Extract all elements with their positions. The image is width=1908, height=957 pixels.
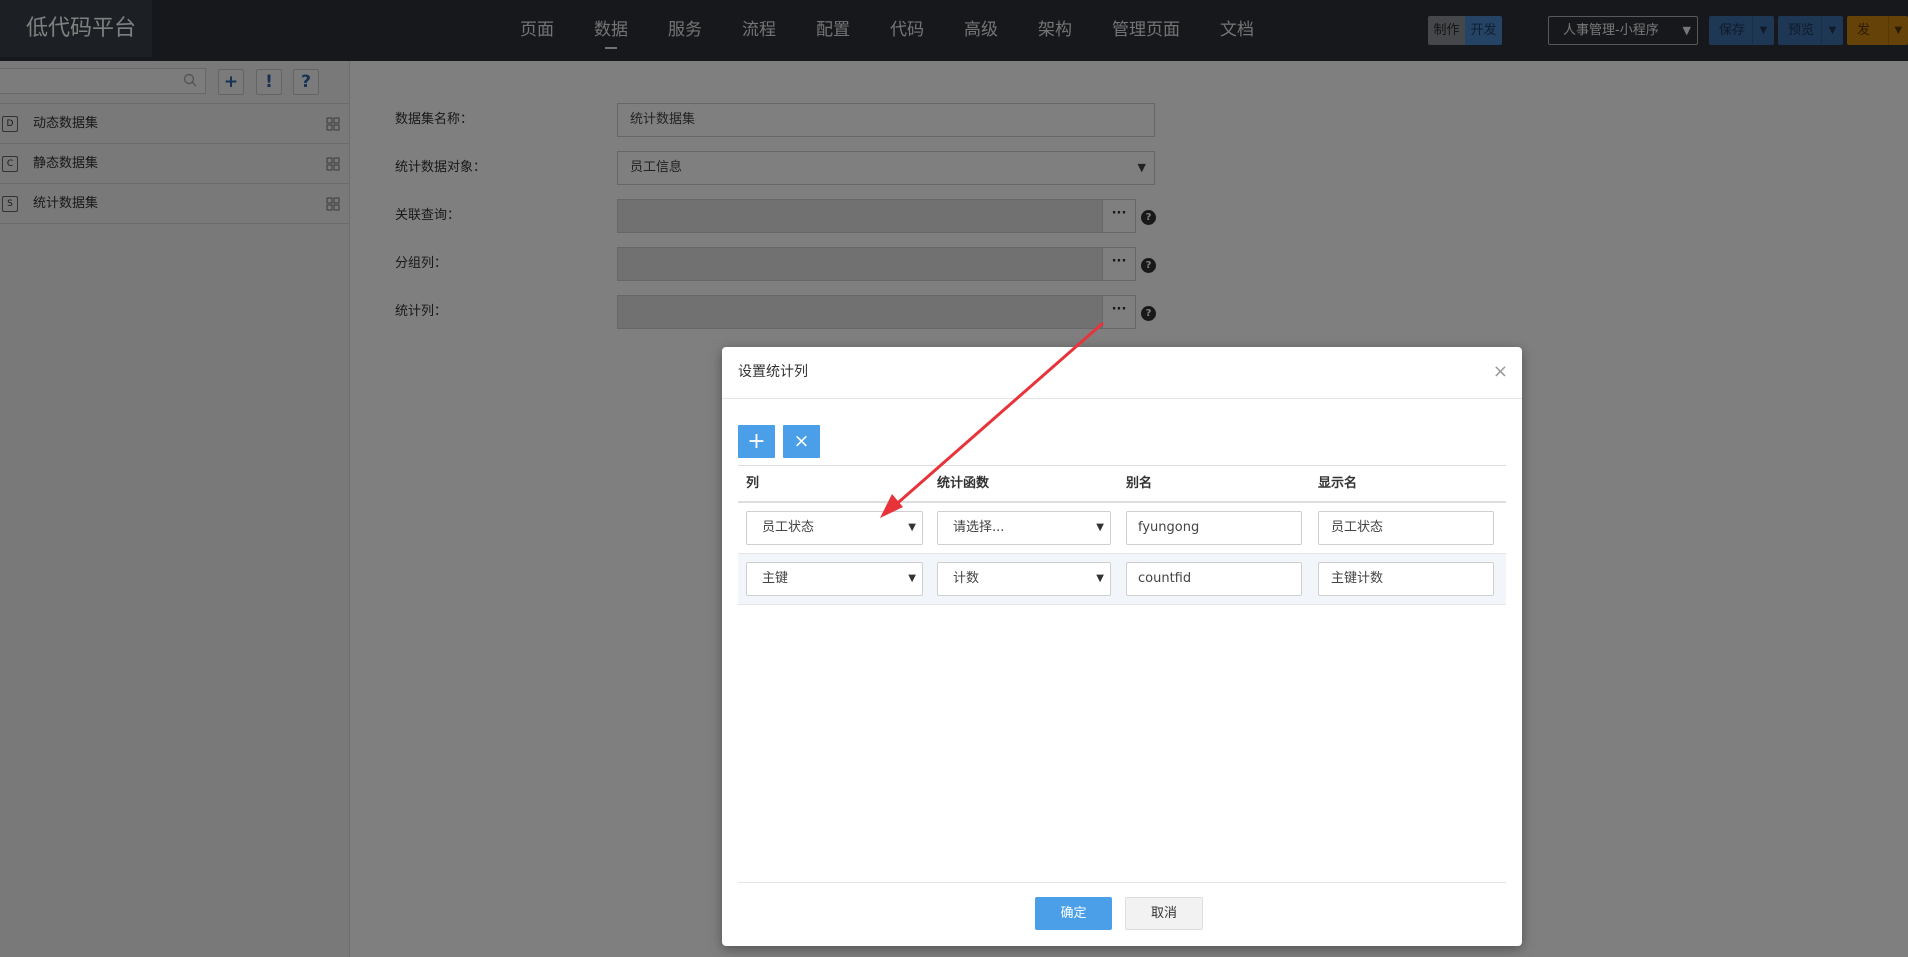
column-select-value: 员工状态 bbox=[762, 520, 815, 535]
close-icon[interactable]: × bbox=[1493, 361, 1508, 382]
func-select-value: 计数 bbox=[953, 571, 980, 586]
func-select[interactable]: 计数 ▼ bbox=[937, 562, 1111, 596]
column-select-value: 主键 bbox=[762, 571, 789, 586]
dialog-header: 设置统计列 × bbox=[722, 347, 1522, 399]
dialog-footer: 确定 取消 bbox=[738, 882, 1506, 946]
dialog-title: 设置统计列 bbox=[738, 364, 808, 380]
add-row-button[interactable]: + bbox=[738, 425, 775, 458]
column-select[interactable]: 主键 ▼ bbox=[746, 562, 923, 596]
ok-button[interactable]: 确定 bbox=[1035, 897, 1112, 930]
chevron-down-icon: ▼ bbox=[908, 522, 916, 533]
func-select[interactable]: 请选择... ▼ bbox=[937, 511, 1111, 545]
column-header-column: 列 bbox=[746, 476, 760, 491]
table-header: 列 统计函数 别名 显示名 bbox=[738, 465, 1506, 503]
stat-column-dialog: 设置统计列 × + × 列 统计函数 别名 显示名 员工状态 ▼ 请选择... … bbox=[722, 347, 1522, 946]
column-header-alias: 别名 bbox=[1126, 476, 1153, 491]
column-select[interactable]: 员工状态 ▼ bbox=[746, 511, 923, 545]
chevron-down-icon: ▼ bbox=[1096, 522, 1104, 533]
display-name-input[interactable]: 主键计数 bbox=[1318, 562, 1494, 596]
delete-row-button[interactable]: × bbox=[783, 425, 820, 458]
alias-input[interactable]: fyungong bbox=[1126, 511, 1302, 545]
stat-column-table: 列 统计函数 别名 显示名 员工状态 ▼ 请选择... ▼ fyungong 员… bbox=[738, 465, 1506, 605]
display-name-input[interactable]: 员工状态 bbox=[1318, 511, 1494, 545]
chevron-down-icon: ▼ bbox=[1096, 573, 1104, 584]
column-header-display: 显示名 bbox=[1318, 476, 1358, 491]
chevron-down-icon: ▼ bbox=[908, 573, 916, 584]
cancel-button[interactable]: 取消 bbox=[1125, 897, 1203, 930]
func-select-value: 请选择... bbox=[953, 520, 1005, 535]
alias-input[interactable]: countfid bbox=[1126, 562, 1302, 596]
table-row: 员工状态 ▼ 请选择... ▼ fyungong 员工状态 bbox=[738, 503, 1506, 554]
table-row: 主键 ▼ 计数 ▼ countfid 主键计数 bbox=[738, 554, 1506, 605]
column-header-func: 统计函数 bbox=[937, 476, 990, 491]
